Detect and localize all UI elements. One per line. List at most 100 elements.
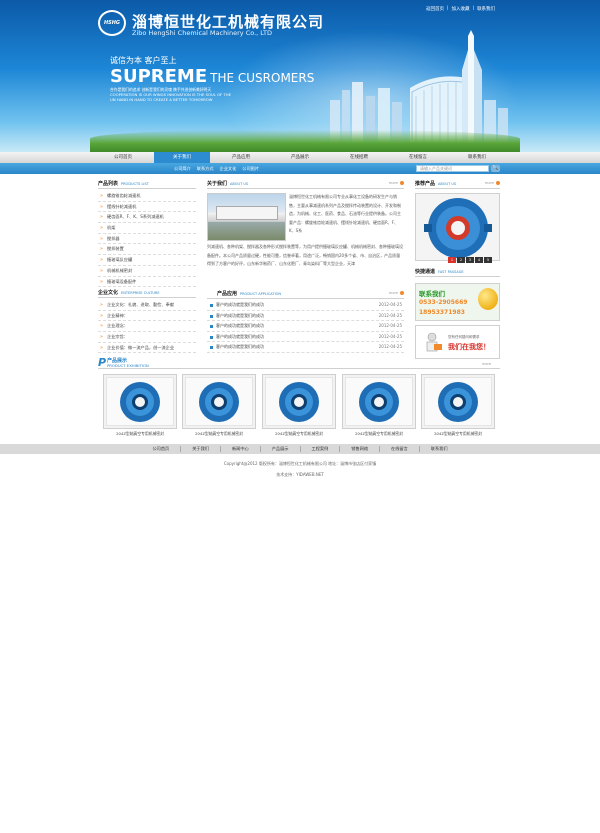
main-nav: 公司首页 关于我们 产品应用 产品展示 在线招聘 在线留言 联系我们 bbox=[0, 152, 600, 163]
message-card[interactable]: 您有任何疑问和需求 我们在我您！ bbox=[415, 325, 500, 359]
search-input[interactable]: 请输入产品关键词 bbox=[416, 165, 489, 172]
table-row[interactable]: 客户的成功就是我们的成功 2012-04-25 bbox=[207, 342, 404, 353]
exhibition-caption[interactable]: 204Z型轴真空专用机械密封 bbox=[419, 431, 497, 437]
quick-title-en: FAST PASSAGE bbox=[438, 270, 464, 274]
product-thumbnail bbox=[345, 377, 413, 426]
search-button[interactable]: 🔍 bbox=[491, 165, 500, 172]
application-heading: 产品应用 PRODUCT APPLICATION more bbox=[207, 290, 404, 299]
exhibition-caption[interactable]: 204Z型轴真空专用机械密封 bbox=[260, 431, 338, 437]
product-thumbnail bbox=[265, 377, 333, 426]
contact-card[interactable]: 联系我们 0533-2905669 18953371983 bbox=[415, 283, 500, 321]
table-row[interactable]: 客户的成功就是我们的成功 2012-04-25 bbox=[207, 332, 404, 342]
pager-dot[interactable]: 5 bbox=[484, 257, 492, 263]
application-title-en: PRODUCT APPLICATION bbox=[240, 292, 281, 296]
contact-phone-2: 18953371983 bbox=[419, 309, 465, 316]
top-link-favorite[interactable]: 加入收藏 bbox=[452, 6, 470, 12]
exhibition-caption[interactable]: 204Z型轴真空专用机械密封 bbox=[340, 431, 418, 437]
about-text-continued: 列减速机、各种机架、搅拌器及各种形式搅拌装置等，为用户提供搪玻璃反应罐、机械机械… bbox=[207, 244, 403, 266]
pager-dot[interactable]: 2 bbox=[457, 257, 465, 263]
top-link-separator: | bbox=[472, 6, 475, 11]
product-thumbnail bbox=[106, 377, 174, 426]
application-more-link[interactable]: more bbox=[389, 291, 404, 295]
nav-item-message[interactable]: 在线留言 bbox=[390, 152, 446, 163]
list-item[interactable]: 硬齿面R、F、K、S系列减速机 bbox=[98, 212, 196, 224]
list-item[interactable]: 机械机械密封 bbox=[98, 266, 196, 277]
subnav-link-contact[interactable]: 联系方式 bbox=[197, 166, 214, 172]
top-link-contact[interactable]: 联系我们 bbox=[477, 6, 495, 12]
footer-link-home[interactable]: 公司首页 bbox=[141, 446, 182, 452]
exhibition-more-link[interactable]: more bbox=[482, 362, 491, 366]
exhibition-product-card[interactable] bbox=[262, 374, 336, 429]
list-item[interactable]: 企业文化：礼貌、进取、勤俭、奉献 bbox=[98, 300, 196, 311]
copyright-text: Copyright@2012 版权所有：淄博恒世化工机械有限公司 地址：淄博市张… bbox=[223, 461, 377, 466]
list-item[interactable]: 搪玻璃反应罐 bbox=[98, 255, 196, 266]
subnav-link-intro[interactable]: 公司简介 bbox=[174, 166, 191, 172]
product-thumbnail bbox=[424, 377, 492, 426]
table-row[interactable]: 客户的成功就是我们的成功 2012-04-25 bbox=[207, 311, 404, 321]
list-item[interactable]: 企业宗旨： bbox=[98, 332, 196, 343]
footer-link-products[interactable]: 产品展示 bbox=[261, 446, 301, 452]
application-row-title[interactable]: 客户的成功就是我们的成功 bbox=[216, 321, 264, 331]
recommend-more-link[interactable]: more bbox=[485, 181, 500, 185]
culture-heading: 企业文化 ENTERPRISE CULTURE bbox=[98, 289, 196, 298]
culture-list: 企业文化：礼貌、进取、勤俭、奉献 企业精神： 企业理念： 企业宗旨： 企业价值：… bbox=[98, 300, 196, 354]
subnav-link-culture[interactable]: 企业文化 bbox=[220, 166, 237, 172]
exhibition-caption[interactable]: 204Z型轴真空专用机械密封 bbox=[180, 431, 258, 437]
application-row-title[interactable]: 客户的成功就是我们的成功 bbox=[216, 300, 264, 310]
footer-link-message[interactable]: 在线留言 bbox=[380, 446, 420, 452]
footer-link-about[interactable]: 关于我们 bbox=[181, 446, 221, 452]
list-item[interactable]: 摆线针轮减速机 bbox=[98, 202, 196, 213]
company-logo-icon[interactable]: HSHG bbox=[98, 10, 126, 36]
mechanical-seal-icon bbox=[359, 381, 399, 422]
contact-title: 联系我们 bbox=[419, 290, 445, 298]
recommend-title-en: ABOUT US bbox=[438, 182, 457, 186]
footer-link-sales[interactable]: 销售网络 bbox=[340, 446, 381, 452]
pager-dot[interactable]: 3 bbox=[466, 257, 474, 263]
top-links: 返回首页 | 加入收藏 | 联系我们 bbox=[426, 6, 495, 12]
application-row-title[interactable]: 客户的成功就是我们的成功 bbox=[216, 311, 264, 321]
slogan-subtext: 合作是我们的追求 创新是我们的灵魂 携手共进创新美好明天 COOPERATION… bbox=[110, 87, 270, 102]
list-item[interactable]: 搪玻璃设备配件 bbox=[98, 277, 196, 288]
top-link-home[interactable]: 返回首页 bbox=[426, 6, 444, 12]
nav-item-home[interactable]: 公司首页 bbox=[95, 152, 151, 163]
product-list-heading: 产品列表 PRODUCTS LIST bbox=[98, 180, 196, 189]
mechanical-seal-icon bbox=[120, 381, 160, 422]
exhibition-product-card[interactable] bbox=[103, 374, 177, 429]
list-item[interactable]: 螺旋锥齿轮减速机 bbox=[98, 191, 196, 202]
mechanical-seal-icon bbox=[199, 381, 239, 422]
nav-item-jobs[interactable]: 在线招聘 bbox=[331, 152, 387, 163]
recommended-product-image[interactable] bbox=[415, 193, 500, 261]
nav-item-application[interactable]: 产品应用 bbox=[213, 152, 269, 163]
footer-link-cases[interactable]: 工程案例 bbox=[301, 446, 341, 452]
message-prompt: 您有任何疑问和需求 bbox=[448, 335, 480, 339]
nav-item-about[interactable]: 关于我们 bbox=[154, 152, 210, 163]
mechanical-seal-icon bbox=[424, 198, 492, 258]
exhibition-product-card[interactable] bbox=[182, 374, 256, 429]
pager-dot[interactable]: 4 bbox=[475, 257, 483, 263]
footer-link-contact[interactable]: 联系我们 bbox=[420, 446, 459, 452]
about-more-link[interactable]: more bbox=[389, 181, 404, 185]
list-item[interactable]: 企业精神： bbox=[98, 311, 196, 322]
table-row[interactable]: 客户的成功就是我们的成功 2012-04-25 bbox=[207, 321, 404, 332]
subnav-link-photos[interactable]: 公司图片 bbox=[242, 166, 259, 172]
application-row-date: 2012-04-25 bbox=[378, 302, 402, 307]
exhibition-product-card[interactable] bbox=[421, 374, 495, 429]
nav-item-products[interactable]: 产品展示 bbox=[272, 152, 328, 163]
list-item[interactable]: 机架 bbox=[98, 223, 196, 234]
exhibition-product-card[interactable] bbox=[342, 374, 416, 429]
application-row-title[interactable]: 客户的成功就是我们的成功 bbox=[216, 332, 264, 342]
building-illustration bbox=[216, 206, 278, 220]
application-row-title[interactable]: 客户的成功就是我们的成功 bbox=[216, 342, 264, 352]
list-item[interactable]: 企业价值：做一流产品，创一流企业 bbox=[98, 343, 196, 354]
list-item[interactable]: 企业理念： bbox=[98, 321, 196, 333]
list-item[interactable]: 搅拌装置 bbox=[98, 244, 196, 256]
culture-title-en: ENTERPRISE CULTURE bbox=[121, 291, 160, 295]
about-title: 关于我们 bbox=[207, 181, 228, 187]
exhibition-caption[interactable]: 204Z型轴真空专用机械密封 bbox=[101, 431, 179, 437]
list-item[interactable]: 搅拌器 bbox=[98, 234, 196, 245]
nav-item-contact[interactable]: 联系我们 bbox=[449, 152, 505, 163]
pager-dot[interactable]: 1 bbox=[448, 257, 456, 263]
table-row[interactable]: 客户的成功就是我们的成功 2012-04-25 bbox=[207, 300, 404, 311]
footer-link-news[interactable]: 新闻中心 bbox=[221, 446, 261, 452]
recommend-title: 推荐产品 bbox=[415, 181, 436, 187]
